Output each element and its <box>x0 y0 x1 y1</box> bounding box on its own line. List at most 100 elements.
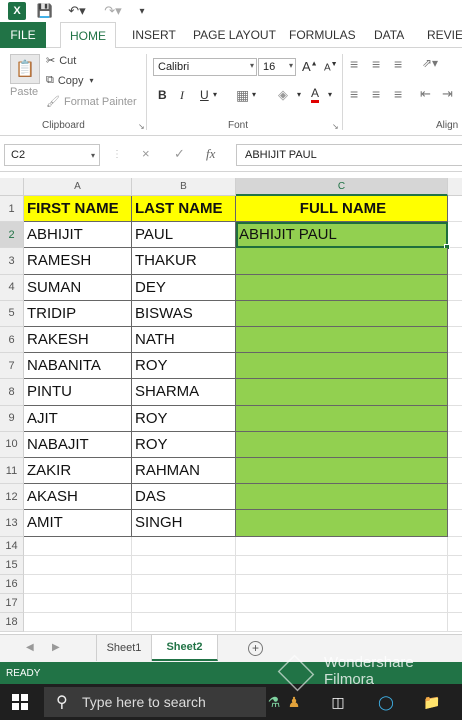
table-cell[interactable]: NATH <box>132 327 236 354</box>
row-header[interactable]: 6 <box>0 327 24 354</box>
redo-icon[interactable]: ↷▾ <box>100 2 126 20</box>
table-cell[interactable] <box>236 431 448 458</box>
enter-icon[interactable]: ✓ <box>174 146 185 162</box>
font-name-select[interactable]: Calibri ▾ <box>153 58 257 76</box>
table-cell[interactable]: TRIDIP <box>24 300 132 327</box>
table-cell[interactable]: AJIT <box>24 405 132 432</box>
undo-icon[interactable]: ↶▾ <box>64 2 90 20</box>
row-header[interactable]: 2 <box>0 222 24 249</box>
table-cell[interactable] <box>236 510 448 537</box>
font-color-button[interactable]: A <box>311 86 320 103</box>
empty-cell[interactable] <box>132 536 236 556</box>
row-header[interactable]: 12 <box>0 484 24 511</box>
empty-cell[interactable] <box>236 555 448 575</box>
empty-cell[interactable] <box>132 574 236 594</box>
empty-cell[interactable] <box>448 432 462 458</box>
header-cell[interactable]: LAST NAME <box>132 196 236 223</box>
table-cell[interactable]: ABHIJIT <box>24 222 132 249</box>
empty-cell[interactable] <box>448 458 462 485</box>
row-header[interactable]: 1 <box>0 196 24 223</box>
table-cell[interactable] <box>236 274 448 301</box>
italic-button[interactable]: I <box>180 88 184 103</box>
table-cell[interactable]: DEY <box>132 274 236 301</box>
table-cell[interactable] <box>236 379 448 406</box>
table-cell[interactable] <box>236 248 448 275</box>
chevron-right-icon[interactable]: ▶ <box>52 642 60 653</box>
row-header[interactable]: 10 <box>0 431 24 458</box>
tab-data[interactable]: DATA <box>374 22 404 48</box>
table-cell[interactable] <box>236 327 448 354</box>
task-view-icon[interactable]: ◫ <box>326 690 350 714</box>
customize-toolbar-icon[interactable]: ▾ <box>136 2 148 20</box>
chevron-down-icon[interactable]: ▾ <box>252 90 256 99</box>
table-cell[interactable]: ZAKIR <box>24 458 132 485</box>
empty-cell[interactable] <box>448 379 462 406</box>
clipboard-launcher-icon[interactable]: ↘ <box>138 122 145 131</box>
active-cell[interactable]: ABHIJIT PAUL <box>236 222 448 249</box>
empty-cell[interactable] <box>24 574 132 594</box>
increase-indent-icon[interactable]: ⇥ <box>442 86 453 102</box>
row-header[interactable]: 17 <box>0 593 24 613</box>
insert-function-icon[interactable]: fx <box>206 146 215 162</box>
font-size-select[interactable]: 16 ▾ <box>258 58 296 76</box>
row-header[interactable]: 8 <box>0 379 24 406</box>
chevron-down-icon[interactable]: ▾ <box>328 90 332 99</box>
empty-cell[interactable] <box>448 196 462 223</box>
empty-cell[interactable] <box>448 275 462 301</box>
empty-cell[interactable] <box>448 484 462 511</box>
figure-icon[interactable]: ♟ <box>282 690 306 714</box>
table-cell[interactable] <box>236 353 448 380</box>
table-cell[interactable]: RAHMAN <box>132 458 236 485</box>
grow-font-button[interactable]: A▲ <box>302 59 318 74</box>
cut-button[interactable]: ✂ Cut <box>46 54 76 68</box>
taskbar-search[interactable]: ⚲ Type here to search <box>44 687 266 717</box>
add-sheet-icon[interactable]: + <box>248 641 263 656</box>
empty-cell[interactable] <box>448 575 462 594</box>
chevron-left-icon[interactable]: ◀ <box>26 642 34 653</box>
paste-icon[interactable]: 📋 <box>10 54 40 84</box>
empty-cell[interactable] <box>24 536 132 556</box>
empty-cell[interactable] <box>448 327 462 354</box>
paste-button[interactable]: Paste <box>10 86 38 98</box>
table-cell[interactable] <box>236 484 448 511</box>
bold-button[interactable]: B <box>158 88 167 102</box>
empty-cell[interactable] <box>24 555 132 575</box>
table-cell[interactable]: ROY <box>132 405 236 432</box>
align-bottom-icon[interactable]: ≡ <box>394 56 402 72</box>
cancel-icon[interactable]: × <box>142 146 150 161</box>
empty-cell[interactable] <box>132 612 236 632</box>
table-cell[interactable]: AKASH <box>24 484 132 511</box>
fill-color-icon[interactable]: ◈ <box>278 87 288 103</box>
empty-cell[interactable] <box>448 301 462 327</box>
table-cell[interactable] <box>236 300 448 327</box>
empty-cell[interactable] <box>236 593 448 613</box>
select-all-corner[interactable] <box>0 178 24 196</box>
table-cell[interactable]: BISWAS <box>132 300 236 327</box>
empty-cell[interactable] <box>448 613 462 632</box>
empty-cell[interactable] <box>448 556 462 575</box>
row-header[interactable]: 18 <box>0 612 24 632</box>
row-header[interactable]: 5 <box>0 300 24 327</box>
row-header[interactable]: 4 <box>0 274 24 301</box>
tab-file[interactable]: FILE <box>0 22 46 48</box>
table-cell[interactable]: DAS <box>132 484 236 511</box>
tab-formulas[interactable]: FORMULAS <box>289 22 356 48</box>
table-cell[interactable]: RAKESH <box>24 327 132 354</box>
empty-cell[interactable] <box>448 406 462 432</box>
sheet-tab-sheet2[interactable]: Sheet2 <box>152 635 218 661</box>
align-center-icon[interactable]: ≡ <box>372 86 380 102</box>
borders-icon[interactable]: ▦ <box>236 87 249 104</box>
table-cell[interactable]: PAUL <box>132 222 236 249</box>
font-launcher-icon[interactable]: ↘ <box>332 122 339 131</box>
empty-cell[interactable] <box>132 593 236 613</box>
empty-cell[interactable] <box>236 536 448 556</box>
align-left-icon[interactable]: ≡ <box>350 86 358 102</box>
empty-cell[interactable] <box>448 594 462 613</box>
table-cell[interactable]: SHARMA <box>132 379 236 406</box>
tab-review[interactable]: REVIEW <box>427 22 462 48</box>
table-cell[interactable]: SUMAN <box>24 274 132 301</box>
empty-cell[interactable] <box>448 510 462 537</box>
table-cell[interactable] <box>236 405 448 432</box>
copy-button[interactable]: ⧉ Copy ▾ <box>46 74 94 87</box>
empty-cell[interactable] <box>24 593 132 613</box>
